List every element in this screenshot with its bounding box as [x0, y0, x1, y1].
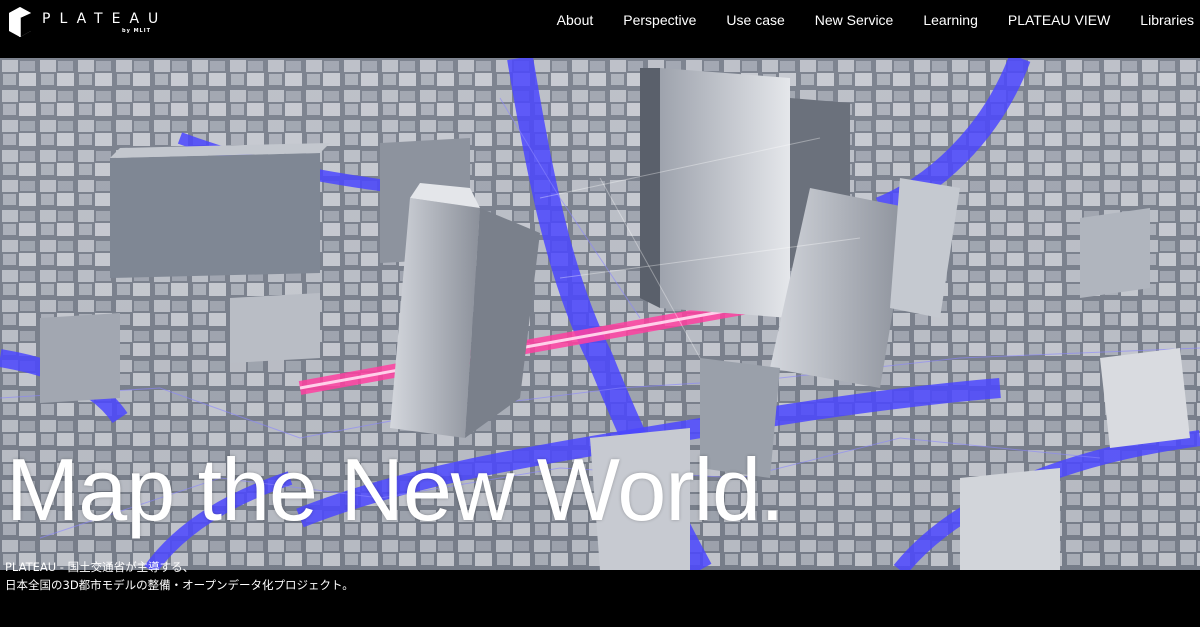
- nav-use-case[interactable]: Use case: [726, 12, 784, 28]
- brand-name: PLATEAU: [42, 11, 168, 27]
- nav-plateau-view[interactable]: PLATEAU VIEW: [1008, 12, 1110, 28]
- nav-libraries[interactable]: Libraries: [1140, 12, 1194, 28]
- hero-caption: PLATEAU - 国土交通省が主導する、 日本全国の3D都市モデルの整備・オー…: [5, 558, 354, 594]
- cube-logo-icon: [9, 7, 31, 37]
- nav-about[interactable]: About: [557, 12, 594, 28]
- hero-city-visual: Map the New World.: [0, 58, 1200, 570]
- nav-perspective[interactable]: Perspective: [623, 12, 696, 28]
- plateau-logo[interactable]: PLATEAU by MLIT: [8, 5, 167, 39]
- top-navigation-bar: PLATEAU by MLIT About Perspective Use ca…: [0, 0, 1200, 58]
- nav-new-service[interactable]: New Service: [815, 12, 894, 28]
- nav-learning[interactable]: Learning: [923, 12, 978, 28]
- brand-byline: by MLIT: [122, 28, 152, 34]
- hero-headline: Map the New World.: [6, 440, 785, 539]
- caption-line-1: PLATEAU - 国土交通省が主導する、: [5, 560, 195, 574]
- main-nav: About Perspective Use case New Service L…: [540, 0, 1200, 40]
- caption-line-2: 日本全国の3D都市モデルの整備・オープンデータ化プロジェクト。: [5, 578, 354, 592]
